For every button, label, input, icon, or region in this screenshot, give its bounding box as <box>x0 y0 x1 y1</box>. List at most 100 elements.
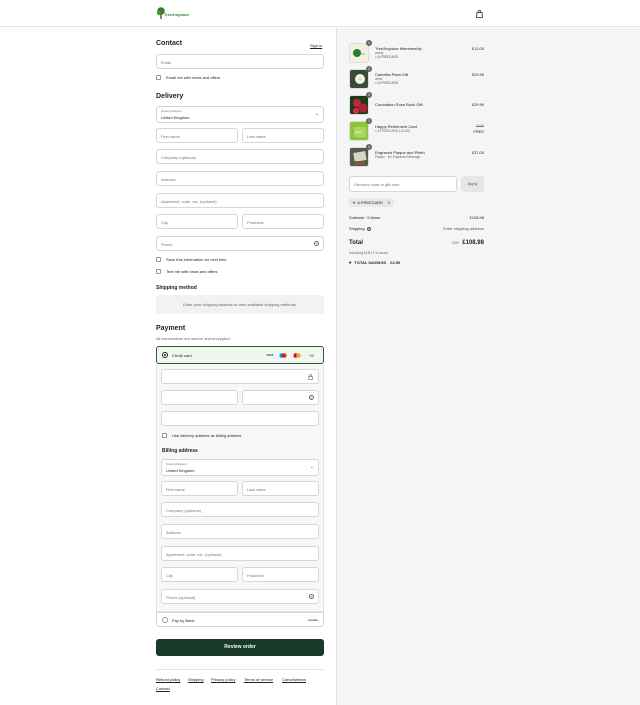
expiry-field[interactable] <box>161 390 238 405</box>
shopping-bag-icon[interactable] <box>476 10 483 18</box>
review-order-button[interactable]: Review order <box>156 639 324 656</box>
billing-country-select[interactable]: Country/Region United Kingdom ⌄ <box>161 459 319 476</box>
save-info-checkbox[interactable]: Save this information for next time <box>156 257 226 262</box>
svg-text:T2: T2 <box>361 52 365 56</box>
first-name-field[interactable]: First name <box>156 128 238 143</box>
item-price: £29.99 <box>471 102 484 107</box>
order-item: T2 1 Tree2mydoor Membership yearly ⌖ A.F… <box>349 40 484 63</box>
use-delivery-label: Use delivery address as billing address <box>172 433 242 438</box>
billing-address-heading: Billing address <box>162 448 198 454</box>
billing-address-field[interactable]: Address <box>161 524 319 539</box>
delivery-heading: Delivery <box>156 93 184 100</box>
pay-by-bank-option[interactable]: Pay by Bank monzo <box>156 612 324 627</box>
city-field[interactable]: City <box>156 214 238 229</box>
product-thumbnail: Happy <box>349 121 369 141</box>
refund-policy-link[interactable]: Refund policy <box>156 677 180 682</box>
item-original-price: £2.50 <box>476 124 484 128</box>
save-info-label: Save this information for next time <box>166 257 227 262</box>
billing-country-label: Country/Region <box>166 462 187 466</box>
product-thumbnail: T2 <box>349 43 369 63</box>
help-icon[interactable]: ? <box>366 227 371 231</box>
maestro-logo <box>278 353 288 358</box>
billing-company-field[interactable]: Company (optional) <box>161 502 319 517</box>
email-field[interactable]: Email <box>156 54 324 69</box>
shipping-value: Enter shipping address <box>443 226 484 231</box>
billing-country-value: United Kingdom <box>166 468 195 473</box>
total-amount: GBP £108.98 <box>452 240 484 246</box>
apply-button[interactable]: Apply <box>461 176 484 192</box>
email-offers-checkbox[interactable]: Email me with news and offers <box>156 75 220 80</box>
apartment-field[interactable]: Apartment, suite, etc. (optional) <box>156 193 324 208</box>
chevron-down-icon: ⌄ <box>314 111 319 117</box>
postcode-field[interactable]: Postcode <box>242 214 324 229</box>
billing-phone-placeholder: Phone (optional) <box>166 595 196 600</box>
item-discount: ⌖ A.FREECARD (-£2.50) <box>375 129 410 133</box>
lock-icon <box>308 374 313 380</box>
billing-phone-field[interactable]: Phone (optional) ? <box>161 589 319 604</box>
help-icon[interactable]: ? <box>309 594 314 599</box>
checkbox-box[interactable] <box>156 75 161 80</box>
credit-card-radio[interactable] <box>162 352 168 358</box>
subtotal-row: Subtotal · 5 items £108.98 <box>349 215 484 220</box>
billing-first-name-field[interactable]: First name <box>161 481 238 496</box>
postcode-placeholder: Postcode <box>247 220 264 225</box>
contact-link[interactable]: Contact <box>156 686 170 691</box>
name-on-card-field[interactable] <box>161 411 319 426</box>
billing-postcode-field[interactable]: Postcode <box>242 567 319 582</box>
order-item: 1 Coronation Rose Bush Gift £29.99 <box>349 92 484 115</box>
close-icon[interactable]: ✕ <box>387 200 390 205</box>
footer-divider <box>156 669 324 670</box>
country-label: Country/Region <box>161 109 182 113</box>
checkbox-box[interactable] <box>156 257 161 262</box>
shipping-link[interactable]: Shipping <box>188 677 204 682</box>
privacy-policy-link[interactable]: Privacy policy <box>211 677 235 682</box>
shipping-label: Shipping <box>349 226 365 231</box>
card-number-field[interactable] <box>161 369 319 384</box>
item-price: £12.00 <box>471 46 484 51</box>
applied-discount-chip: ⌖ A.FREECARD ✕ <box>349 198 395 207</box>
billing-apartment-field[interactable]: Apartment, suite, etc. (optional) <box>161 546 319 561</box>
credit-card-option[interactable]: Credit card VISA +5 <box>156 346 324 364</box>
phone-field[interactable]: Phone ? <box>156 236 324 251</box>
billing-city-field[interactable]: City <box>161 567 238 582</box>
help-icon[interactable]: ? <box>314 241 319 246</box>
terms-link[interactable]: Terms of service <box>244 677 273 682</box>
monzo-logo: monzo <box>308 618 318 622</box>
shipping-method-note: Enter your shipping address to view avai… <box>156 295 324 314</box>
company-field[interactable]: Company (optional) <box>156 149 324 164</box>
discount-code-field[interactable]: Discount code or gift card <box>349 176 457 192</box>
last-name-field[interactable]: Last name <box>242 128 324 143</box>
address-field[interactable]: Address <box>156 171 324 186</box>
company-placeholder: Company (optional) <box>161 155 196 160</box>
discount-placeholder: Discount code or gift card <box>354 182 400 187</box>
billing-first-placeholder: First name <box>166 487 185 492</box>
subtotal-value: £108.98 <box>469 215 484 220</box>
billing-last-name-field[interactable]: Last name <box>242 481 319 496</box>
pay-by-bank-label: Pay by Bank <box>172 618 195 623</box>
store-logo[interactable]: Tree2mydoor <box>156 7 192 20</box>
billing-city-placeholder: City <box>166 573 173 578</box>
text-offers-label: Text me with news and offers <box>166 269 218 274</box>
item-variant: Plaque - No Engraved Message <box>375 155 421 159</box>
country-select[interactable]: Country/Region United Kingdom ⌄ <box>156 106 324 123</box>
product-thumbnail <box>349 147 369 167</box>
quantity-badge: 1 <box>366 66 372 72</box>
tag-icon: ⌖ <box>349 260 352 265</box>
pay-by-bank-radio[interactable] <box>162 617 168 623</box>
subtotal-label: Subtotal · 5 items <box>349 215 381 220</box>
checkbox-box[interactable] <box>162 433 167 438</box>
taxes-note: Including £18.17 in taxes <box>349 251 388 255</box>
billing-company-placeholder: Company (optional) <box>166 508 201 513</box>
billing-apartment-placeholder: Apartment, suite, etc. (optional) <box>166 552 222 557</box>
logo-text: Tree2mydoor <box>164 12 190 17</box>
sign-in-link[interactable]: Sign in <box>310 43 322 48</box>
cancellations-link[interactable]: Cancellations <box>282 677 306 682</box>
help-icon[interactable]: ? <box>309 395 314 400</box>
use-delivery-checkbox[interactable]: Use delivery address as billing address <box>162 433 241 438</box>
security-code-field[interactable]: ? <box>242 390 319 405</box>
product-thumbnail <box>349 69 369 89</box>
checkbox-box[interactable] <box>156 269 161 274</box>
page-header: Tree2mydoor <box>0 0 640 27</box>
first-name-placeholder: First name <box>161 134 180 139</box>
text-offers-checkbox[interactable]: Text me with news and offers <box>156 269 218 274</box>
